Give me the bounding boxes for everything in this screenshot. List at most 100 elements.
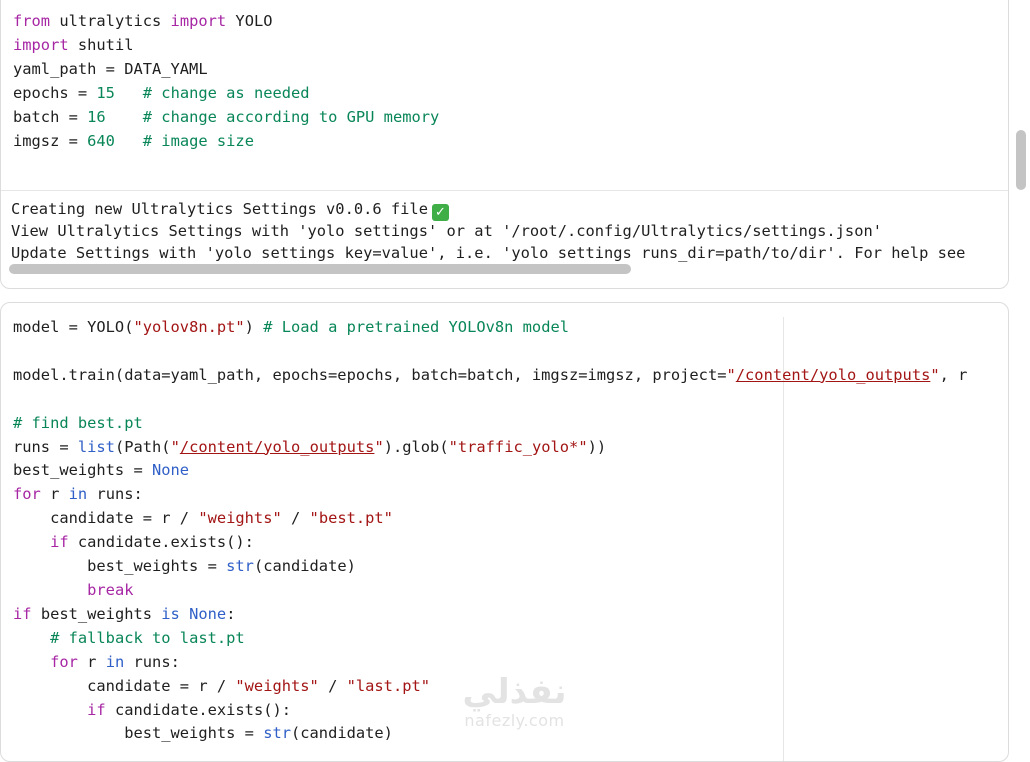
code-token: /content/yolo_outputs [179, 437, 375, 456]
code-token: : [226, 604, 236, 623]
code-token: candidate = r / [13, 676, 236, 695]
code-token: model = YOLO( [13, 318, 134, 336]
code-token: best_weights [31, 604, 162, 623]
code-token: batch = [13, 107, 88, 126]
code-token: / [281, 509, 310, 528]
code-line: imgsz = 640 # image size [13, 132, 254, 150]
code-token: ).glob( [383, 437, 449, 456]
code-line: break [13, 581, 133, 599]
output-horizontal-scrollbar[interactable] [9, 264, 1000, 274]
code-token: list [77, 437, 115, 456]
code-line: candidate = r / "weights" / "last.pt" [13, 677, 430, 695]
code-line: batch = 16 # change according to GPU mem… [13, 108, 439, 126]
output-line-1: Creating new Ultralytics Settings v0.0.6… [11, 200, 428, 218]
code-line: best_weights = str(candidate) [13, 724, 393, 742]
code-token: if [50, 533, 69, 552]
code-token: (Path( [114, 437, 171, 456]
code-line: # fallback to last.pt [13, 629, 245, 647]
code-token: str [263, 724, 291, 743]
code-line: model.train(data=yaml_path, epochs=epoch… [13, 366, 967, 384]
code-line: candidate = r / "weights" / "best.pt" [13, 509, 393, 527]
code-token: /content/yolo_outputs [735, 365, 931, 384]
code-token: from [13, 12, 51, 30]
code-token: candidate = r / [13, 509, 199, 528]
code-line: if candidate.exists(): [13, 533, 254, 551]
code-token: )) [587, 437, 607, 456]
code-token: best_weights = [13, 724, 264, 743]
code-line: best_weights = None [13, 461, 189, 479]
code-line: # find best.pt [13, 414, 143, 432]
code-editor-1[interactable]: from ultralytics import YOLO import shut… [13, 10, 439, 153]
horizontal-scrollbar-thumb[interactable] [9, 264, 631, 274]
code-token: candidate.exists(): [68, 533, 254, 552]
code-token: # find best.pt [13, 413, 143, 432]
code-line: yaml_path = DATA_YAML [13, 60, 208, 78]
code-token: None [152, 461, 190, 480]
code-token: import [170, 12, 227, 30]
code-token: runs: [124, 652, 180, 671]
code-cell-1[interactable]: from ultralytics import YOLO import shut… [0, 0, 1009, 289]
code-token: candidate.exists(): [105, 700, 292, 719]
code-token: # image size [142, 131, 254, 150]
code-token: / [318, 676, 347, 695]
code-token: " [726, 365, 736, 384]
code-line: if best_weights is None: [13, 605, 235, 623]
code-line: runs = list(Path("/content/yolo_outputs"… [13, 438, 606, 456]
code-token: # fallback to last.pt [50, 628, 245, 647]
output-divider [1, 190, 1008, 191]
code-line: for r in runs: [13, 485, 143, 503]
code-token: model.train(data=yaml_path, epochs=epoch… [13, 365, 727, 384]
code-token: "weights" [235, 676, 319, 695]
cell-output: Creating new Ultralytics Settings v0.0.6… [11, 199, 965, 264]
code-editor-2[interactable]: model = YOLO("yolov8n.pt") # Load a pret… [13, 316, 967, 746]
code-token: break [87, 580, 134, 599]
code-token: ) [244, 318, 264, 336]
check-mark-icon: ✓ [431, 204, 449, 221]
code-token: "traffic_yolo*" [448, 437, 588, 456]
code-cell-2[interactable]: model = YOLO("yolov8n.pt") # Load a pret… [0, 302, 1009, 762]
code-token: " [374, 437, 384, 456]
code-token: (candidate) [253, 557, 356, 576]
code-token: # change according to GPU memory [142, 107, 440, 126]
code-line: import shutil [13, 36, 133, 54]
code-token: imgsz = [13, 131, 88, 150]
code-token: "best.pt" [309, 509, 393, 528]
code-token: "weights" [198, 509, 282, 528]
code-token: r [40, 485, 69, 504]
code-token: " [170, 437, 180, 456]
code-token: None [189, 604, 227, 623]
code-line: epochs = 15 # change as needed [13, 84, 310, 102]
output-line-2: View Ultralytics Settings with 'yolo set… [11, 222, 882, 240]
code-token: yaml_path = DATA_YAML [13, 59, 208, 78]
code-token: runs: [87, 485, 143, 504]
code-token: for [50, 652, 78, 671]
output-line-3: Update Settings with 'yolo settings key=… [11, 243, 966, 262]
code-token: , r [939, 365, 968, 384]
code-line: from ultralytics import YOLO [13, 12, 273, 30]
code-line: model = YOLO("yolov8n.pt") # Load a pret… [13, 318, 569, 336]
code-token: 16 [87, 107, 106, 126]
code-token: if [13, 604, 32, 623]
code-token: for [13, 485, 41, 504]
code-token: if [87, 700, 106, 719]
code-token: best_weights = [13, 461, 152, 480]
code-token: best_weights = [13, 557, 227, 576]
code-token: # change as needed [142, 83, 310, 102]
code-token: in [105, 652, 125, 671]
code-token: import [13, 35, 69, 54]
code-token: "last.pt" [346, 676, 431, 695]
code-token: shutil [68, 35, 134, 54]
code-token: ultralytics [50, 12, 171, 30]
code-line: if candidate.exists(): [13, 701, 291, 719]
code-token: runs = [13, 437, 78, 456]
code-token: 15 [96, 83, 115, 102]
code-token: in [68, 485, 88, 504]
page-vertical-scrollbar-thumb[interactable] [1016, 130, 1026, 190]
code-token: " [930, 365, 940, 384]
